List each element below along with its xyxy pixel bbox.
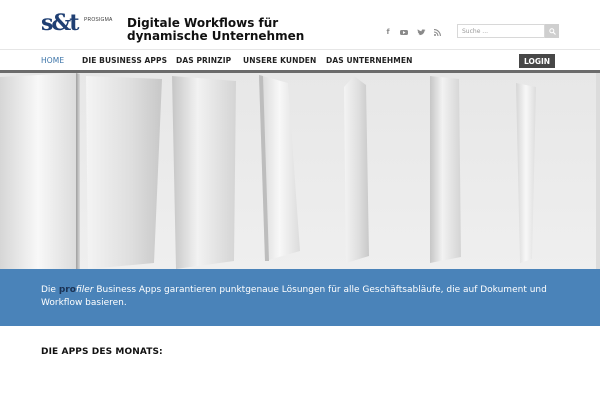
- facebook-icon[interactable]: f: [383, 27, 393, 37]
- search-icon: [548, 27, 556, 35]
- nav-item-home[interactable]: HOME: [41, 56, 64, 65]
- brand-filer: filer: [75, 285, 94, 295]
- search-button[interactable]: [545, 24, 559, 38]
- brand-pro: pro: [58, 285, 76, 295]
- youtube-icon[interactable]: [399, 27, 409, 37]
- nav-item-unternehmen[interactable]: DAS UNTERNEHMEN: [326, 56, 412, 65]
- intro-body: Business Apps garantieren punktgenaue Lö…: [41, 285, 547, 308]
- nav-item-prinzip[interactable]: DAS PRINZIP: [176, 56, 231, 65]
- intro-prefix: Die: [41, 285, 59, 295]
- twitter-icon[interactable]: [416, 27, 426, 37]
- search-input[interactable]: [457, 24, 545, 38]
- logo[interactable]: s&t PROSIGMA: [41, 10, 113, 37]
- logo-subtitle: PROSIGMA: [84, 17, 113, 23]
- main-nav: HOME DIE BUSINESS APPS DAS PRINZIP UNSER…: [0, 49, 600, 73]
- search-box: [457, 24, 559, 38]
- tagline-line-2: dynamische Unternehmen: [127, 29, 305, 43]
- hero-panels-graphic: [0, 73, 600, 269]
- nav-item-business-apps[interactable]: DIE BUSINESS APPS: [82, 56, 167, 65]
- tagline: Digitale Workflows für dynamische Untern…: [127, 17, 327, 43]
- intro-band: Die profiler Business Apps garantieren p…: [0, 269, 600, 326]
- login-button[interactable]: LOGIN: [519, 54, 555, 68]
- intro-text: Die profiler Business Apps garantieren p…: [41, 284, 551, 310]
- logo-text: s&t: [41, 10, 79, 36]
- hero-image: [0, 73, 600, 269]
- rss-icon[interactable]: [432, 27, 442, 37]
- site-header: s&t PROSIGMA Digitale Workflows für dyna…: [0, 0, 600, 49]
- nav-item-kunden[interactable]: UNSERE KUNDEN: [243, 56, 316, 65]
- apps-of-month-heading: DIE APPS DES MONATS:: [41, 347, 163, 357]
